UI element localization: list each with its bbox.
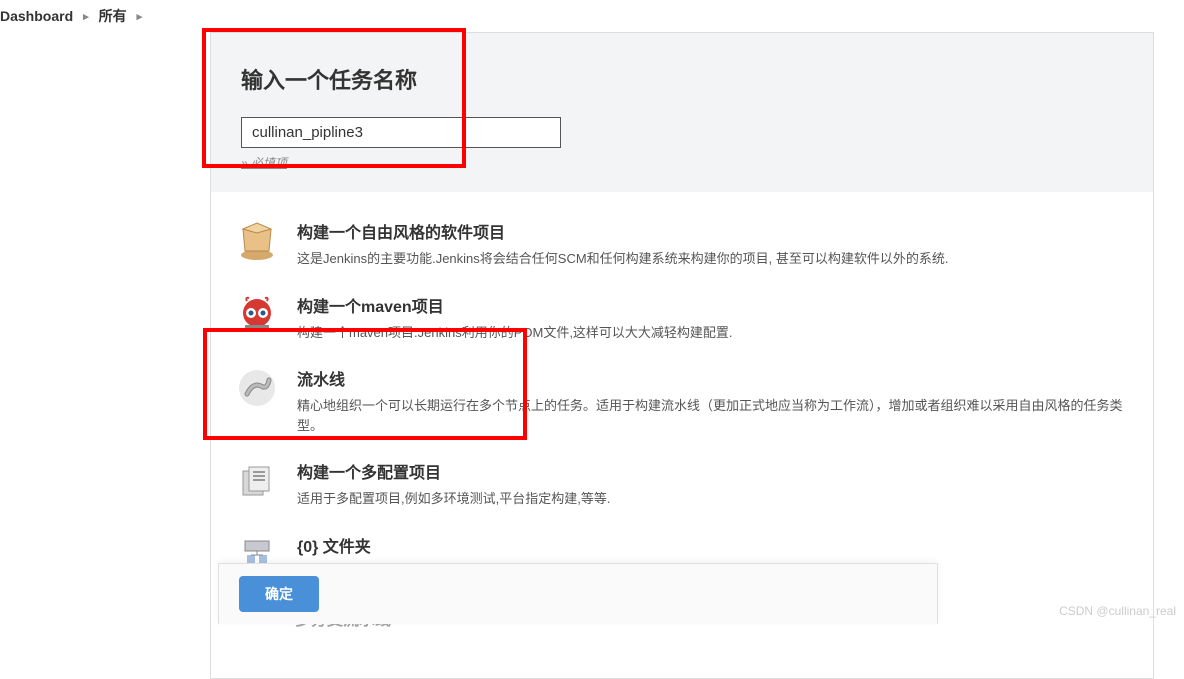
required-field-hint[interactable]: » 必填项 xyxy=(241,154,287,171)
breadcrumb-dashboard[interactable]: Dashboard xyxy=(0,8,73,24)
job-type-title: {0} 文件夹 xyxy=(297,533,1129,557)
chevron-right-icon: ▸ xyxy=(137,10,143,23)
header-section: 输入一个任务名称 » 必填项 xyxy=(211,33,1153,192)
footer-bar: 确定 xyxy=(218,563,938,624)
job-type-multiconfig[interactable]: 构建一个多配置项目 适用于多配置项目,例如多环境测试,平台指定构建,等等. xyxy=(231,447,1133,521)
job-type-freestyle[interactable]: 构建一个自由风格的软件项目 这是Jenkins的主要功能.Jenkins将会结合… xyxy=(231,207,1133,281)
job-type-maven[interactable]: 构建一个maven项目 构建一个maven项目.Jenkins利用你的POM文件… xyxy=(231,281,1133,355)
job-type-desc: 构建一个maven项目.Jenkins利用你的POM文件,这样可以大大减轻构建配… xyxy=(297,323,1129,343)
job-type-desc: 适用于多配置项目,例如多环境测试,平台指定构建,等等. xyxy=(297,489,1129,509)
breadcrumb: Dashboard ▸ 所有 ▸ xyxy=(0,0,1184,32)
pipeline-icon xyxy=(235,366,279,410)
maven-icon xyxy=(235,293,279,337)
job-type-title: 构建一个自由风格的软件项目 xyxy=(297,219,1129,243)
multiconfig-icon xyxy=(235,459,279,503)
watermark: CSDN @cullinan_real xyxy=(1059,604,1176,618)
job-type-desc: 精心地组织一个可以长期运行在多个节点上的任务。适用于构建流水线（更加正式地应当称… xyxy=(297,396,1129,435)
ok-button[interactable]: 确定 xyxy=(239,576,319,612)
page-title: 输入一个任务名称 xyxy=(241,63,1123,95)
job-type-pipeline[interactable]: 流水线 精心地组织一个可以长期运行在多个节点上的任务。适用于构建流水线（更加正式… xyxy=(231,354,1133,447)
job-type-desc: 这是Jenkins的主要功能.Jenkins将会结合任何SCM和任何构建系统来构… xyxy=(297,249,1129,269)
task-name-input[interactable] xyxy=(241,117,561,148)
job-type-title: 构建一个maven项目 xyxy=(297,293,1129,317)
breadcrumb-all[interactable]: 所有 xyxy=(99,6,127,26)
chevron-right-icon: ▸ xyxy=(83,10,89,23)
freestyle-icon xyxy=(235,219,279,263)
job-type-title: 流水线 xyxy=(297,366,1129,390)
job-type-title: 构建一个多配置项目 xyxy=(297,459,1129,483)
